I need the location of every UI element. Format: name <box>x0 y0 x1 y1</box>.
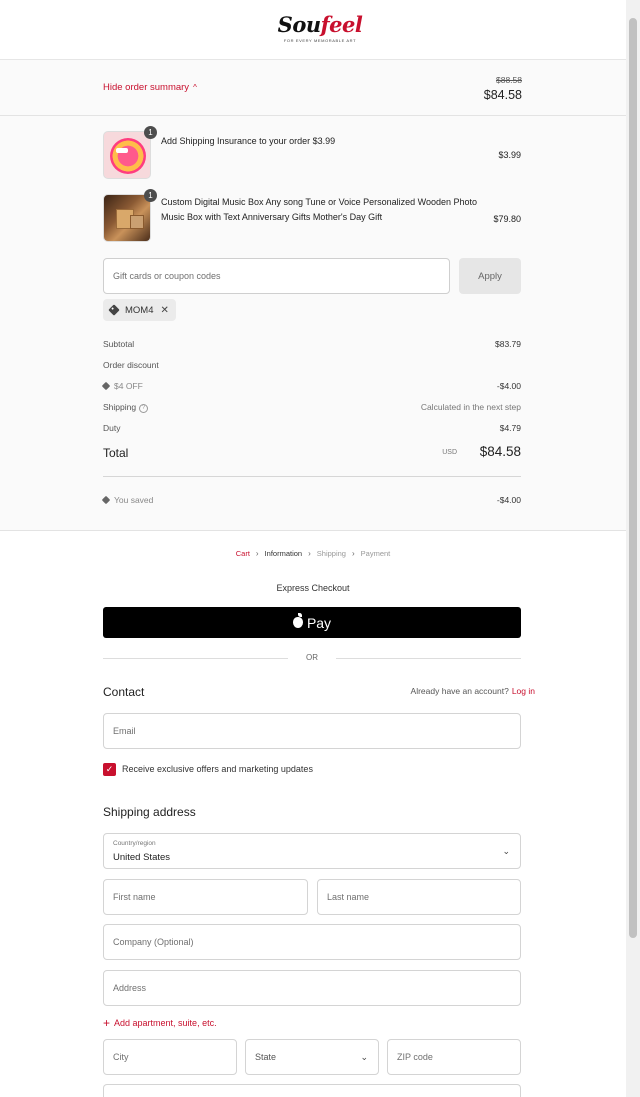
address-field[interactable] <box>103 970 521 1006</box>
applied-coupon-chip: MOM4 ✕ <box>103 299 176 321</box>
state-select-value: State <box>255 1052 277 1062</box>
country-select-value: United States <box>113 852 171 863</box>
first-name-field[interactable] <box>103 879 308 915</box>
chevron-up-icon: ^ <box>193 83 197 92</box>
total-row: Total USD $84.58 <box>103 444 521 460</box>
total-value: $84.58 <box>479 444 521 459</box>
account-prompt: Already have an account? Log in <box>410 686 535 696</box>
scrollbar-track[interactable] <box>626 0 640 1097</box>
tag-icon <box>101 381 111 391</box>
add-apartment-link[interactable]: + Add apartment, suite, etc. <box>103 1016 217 1030</box>
hide-order-summary-link[interactable]: Hide order summary ^ <box>103 82 197 93</box>
chevron-right-icon: › <box>351 549 355 558</box>
breadcrumb-cart[interactable]: Cart <box>236 549 250 558</box>
item-name: Custom Digital Music Box Any song Tune o… <box>161 197 478 222</box>
shipping-value: Calculated in the next step <box>420 402 521 412</box>
phone-field[interactable] <box>103 1084 521 1097</box>
or-divider: OR <box>103 652 521 664</box>
divider <box>103 476 521 477</box>
chevron-right-icon: › <box>255 549 259 558</box>
shipping-address-heading: Shipping address <box>103 805 196 819</box>
subtotal-value: $83.79 <box>495 339 521 349</box>
marketing-checkbox-label: Receive exclusive offers and marketing u… <box>122 764 313 774</box>
chevron-down-icon: ⌄ <box>360 1052 368 1062</box>
contact-heading: Contact <box>103 685 145 699</box>
breadcrumb-information: Information <box>264 549 303 558</box>
company-field[interactable] <box>103 924 521 960</box>
shipping-row: Shipping? Calculated in the next step <box>103 402 521 413</box>
scrollbar-thumb[interactable] <box>629 18 637 938</box>
log-in-link[interactable]: Log in <box>512 686 535 696</box>
soufeel-logo[interactable]: Soufeel FOR EVERY MEMORABLE ART <box>0 12 640 43</box>
state-select[interactable]: State ⌄ <box>245 1039 379 1075</box>
you-saved-row: You saved -$4.00 <box>101 495 521 509</box>
duty-row: Duty $4.79 <box>103 423 521 433</box>
remove-coupon-close-icon[interactable]: ✕ <box>161 305 169 316</box>
original-price: $88.58 <box>496 75 522 85</box>
order-summary: Hide order summary ^ $88.58 $84.58 1 Add … <box>0 60 626 531</box>
site-header: Soufeel FOR EVERY MEMORABLE ART <box>0 0 640 60</box>
currency-code: USD <box>442 449 457 456</box>
apply-coupon-button[interactable]: Apply <box>459 258 521 294</box>
chevron-right-icon: › <box>308 549 311 558</box>
tag-icon <box>108 304 120 316</box>
country-select[interactable]: Country/region United States ⌄ <box>103 833 521 869</box>
last-name-field[interactable] <box>317 879 521 915</box>
chevron-down-icon: ⌄ <box>502 846 510 856</box>
logo-tagline: FOR EVERY MEMORABLE ART <box>283 38 357 43</box>
subtotal-row: Subtotal $83.79 <box>103 339 521 349</box>
tag-icon <box>101 495 111 505</box>
help-icon[interactable]: ? <box>139 404 149 413</box>
breadcrumb-payment: Payment <box>360 549 391 558</box>
coupon-code-input[interactable] <box>103 258 450 294</box>
wooden-music-box-image <box>103 194 151 242</box>
line-item: 1 Add Shipping Insurance to your order $… <box>103 126 521 179</box>
order-discount-row: Order discount <box>103 360 159 370</box>
email-field[interactable] <box>103 713 521 749</box>
item-price: $79.80 <box>493 214 521 224</box>
apple-pay-button[interactable]: Pay <box>103 607 521 638</box>
express-checkout-title: Express Checkout <box>276 583 350 593</box>
coupon-code: MOM4 <box>125 304 154 316</box>
breadcrumb-shipping: Shipping <box>316 549 346 558</box>
quantity-badge: 1 <box>144 189 157 202</box>
summary-total-price: $84.58 <box>483 88 522 102</box>
quantity-badge: 1 <box>144 126 157 139</box>
discount-code-row: $4 OFF -$4.00 <box>101 381 521 395</box>
item-price: $3.99 <box>498 150 521 160</box>
marketing-checkbox[interactable]: ✓ <box>103 763 116 776</box>
order-summary-toggle-bar: Hide order summary ^ $88.58 $84.58 <box>0 60 626 116</box>
city-field[interactable] <box>103 1039 237 1075</box>
insurance-badge-image <box>103 131 151 179</box>
breadcrumb: Cart › Information › Shipping › Payment <box>0 549 626 558</box>
discount-value: -$4.00 <box>496 381 521 391</box>
duty-value: $4.79 <box>499 423 521 433</box>
country-select-label: Country/region <box>113 840 156 847</box>
line-item: 1 Custom Digital Music Box Any song Tune… <box>103 189 521 242</box>
zip-code-field[interactable] <box>387 1039 521 1075</box>
plus-icon: + <box>103 1016 111 1030</box>
saved-value: -$4.00 <box>496 495 521 505</box>
apple-icon <box>292 613 303 628</box>
item-name: Add Shipping Insurance to your order $3.… <box>161 136 336 146</box>
